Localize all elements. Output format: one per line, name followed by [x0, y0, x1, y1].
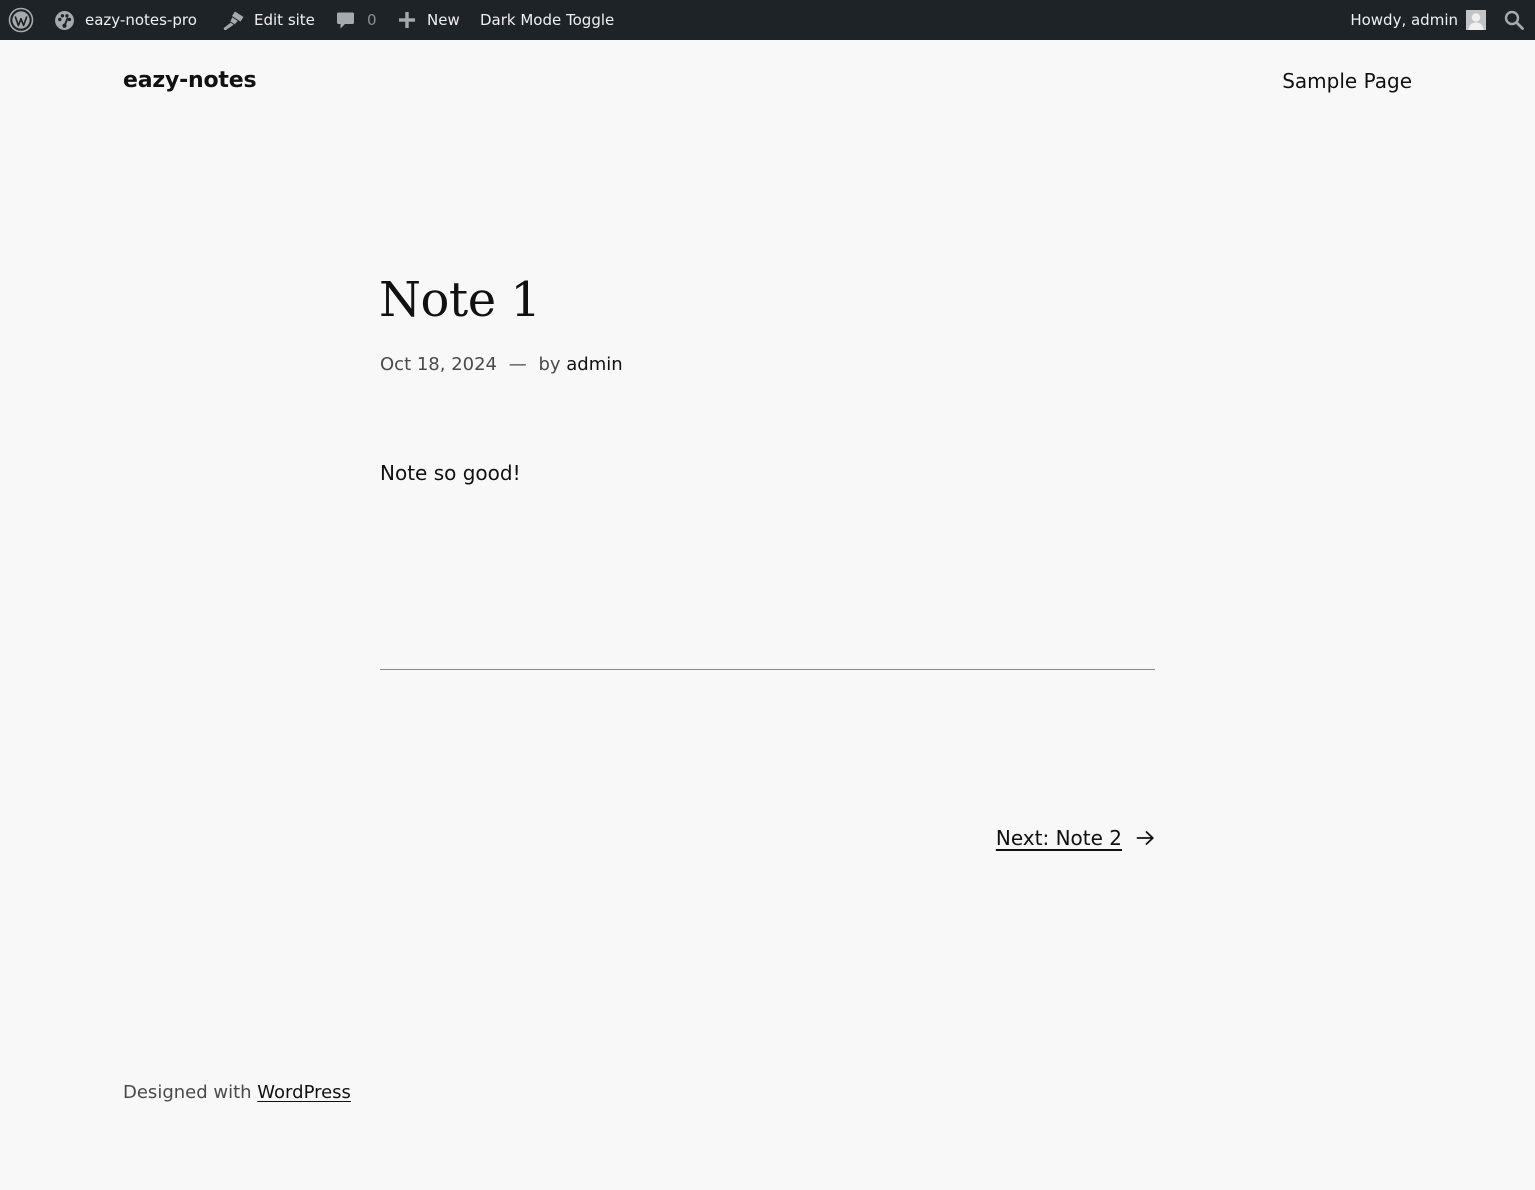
footer-credit: Designed with WordPress	[123, 1082, 351, 1103]
next-post-link[interactable]: Next: Note 2	[996, 826, 1155, 850]
comments-link[interactable]: 0	[336, 0, 377, 40]
arrow-right-icon	[1136, 830, 1155, 846]
plus-icon	[398, 11, 416, 29]
next-post-label: Next: Note 2	[995, 826, 1122, 850]
admin-search-button[interactable]	[1504, 0, 1524, 40]
footer-designed-with: Designed with	[123, 1082, 252, 1103]
post-content: Note so good!	[380, 461, 521, 485]
site-title[interactable]: eazy-notes	[123, 68, 257, 93]
edit-site-link[interactable]: Edit site	[222, 0, 315, 40]
post-author-link[interactable]: admin	[566, 354, 622, 375]
dashboard-icon	[54, 10, 75, 31]
admin-bar: eazy-notes-pro Edit site 0 New Dark Mode…	[0, 0, 1535, 40]
brush-icon	[222, 10, 245, 31]
edit-site-label: Edit site	[254, 11, 315, 29]
site-name-menu[interactable]: eazy-notes-pro	[54, 0, 197, 40]
meta-separator: —	[508, 354, 527, 375]
new-content-menu[interactable]: New	[398, 0, 460, 40]
post-meta: Oct 18, 2024 — by admin	[380, 354, 623, 375]
my-account-menu[interactable]: Howdy, admin	[1350, 0, 1486, 40]
new-label: New	[427, 11, 460, 29]
post-title: Note 1	[379, 272, 541, 328]
nav-link-sample-page[interactable]: Sample Page	[1282, 69, 1412, 93]
dark-mode-toggle[interactable]: Dark Mode Toggle	[480, 0, 614, 40]
howdy-label: Howdy, admin	[1350, 11, 1458, 29]
site-name-label: eazy-notes-pro	[85, 11, 197, 29]
user-avatar-icon	[1466, 10, 1486, 30]
footer-wordpress-link[interactable]: WordPress	[257, 1082, 351, 1103]
wordpress-logo-icon	[8, 7, 34, 33]
comments-count: 0	[367, 11, 377, 29]
wordpress-menu[interactable]	[8, 0, 34, 40]
content-divider	[380, 669, 1155, 670]
dark-mode-toggle-label: Dark Mode Toggle	[480, 11, 615, 29]
search-icon	[1504, 10, 1524, 30]
post-date: Oct 18, 2024	[380, 354, 497, 375]
comment-bubble-icon	[336, 11, 355, 30]
byline-prefix: by	[538, 354, 561, 375]
